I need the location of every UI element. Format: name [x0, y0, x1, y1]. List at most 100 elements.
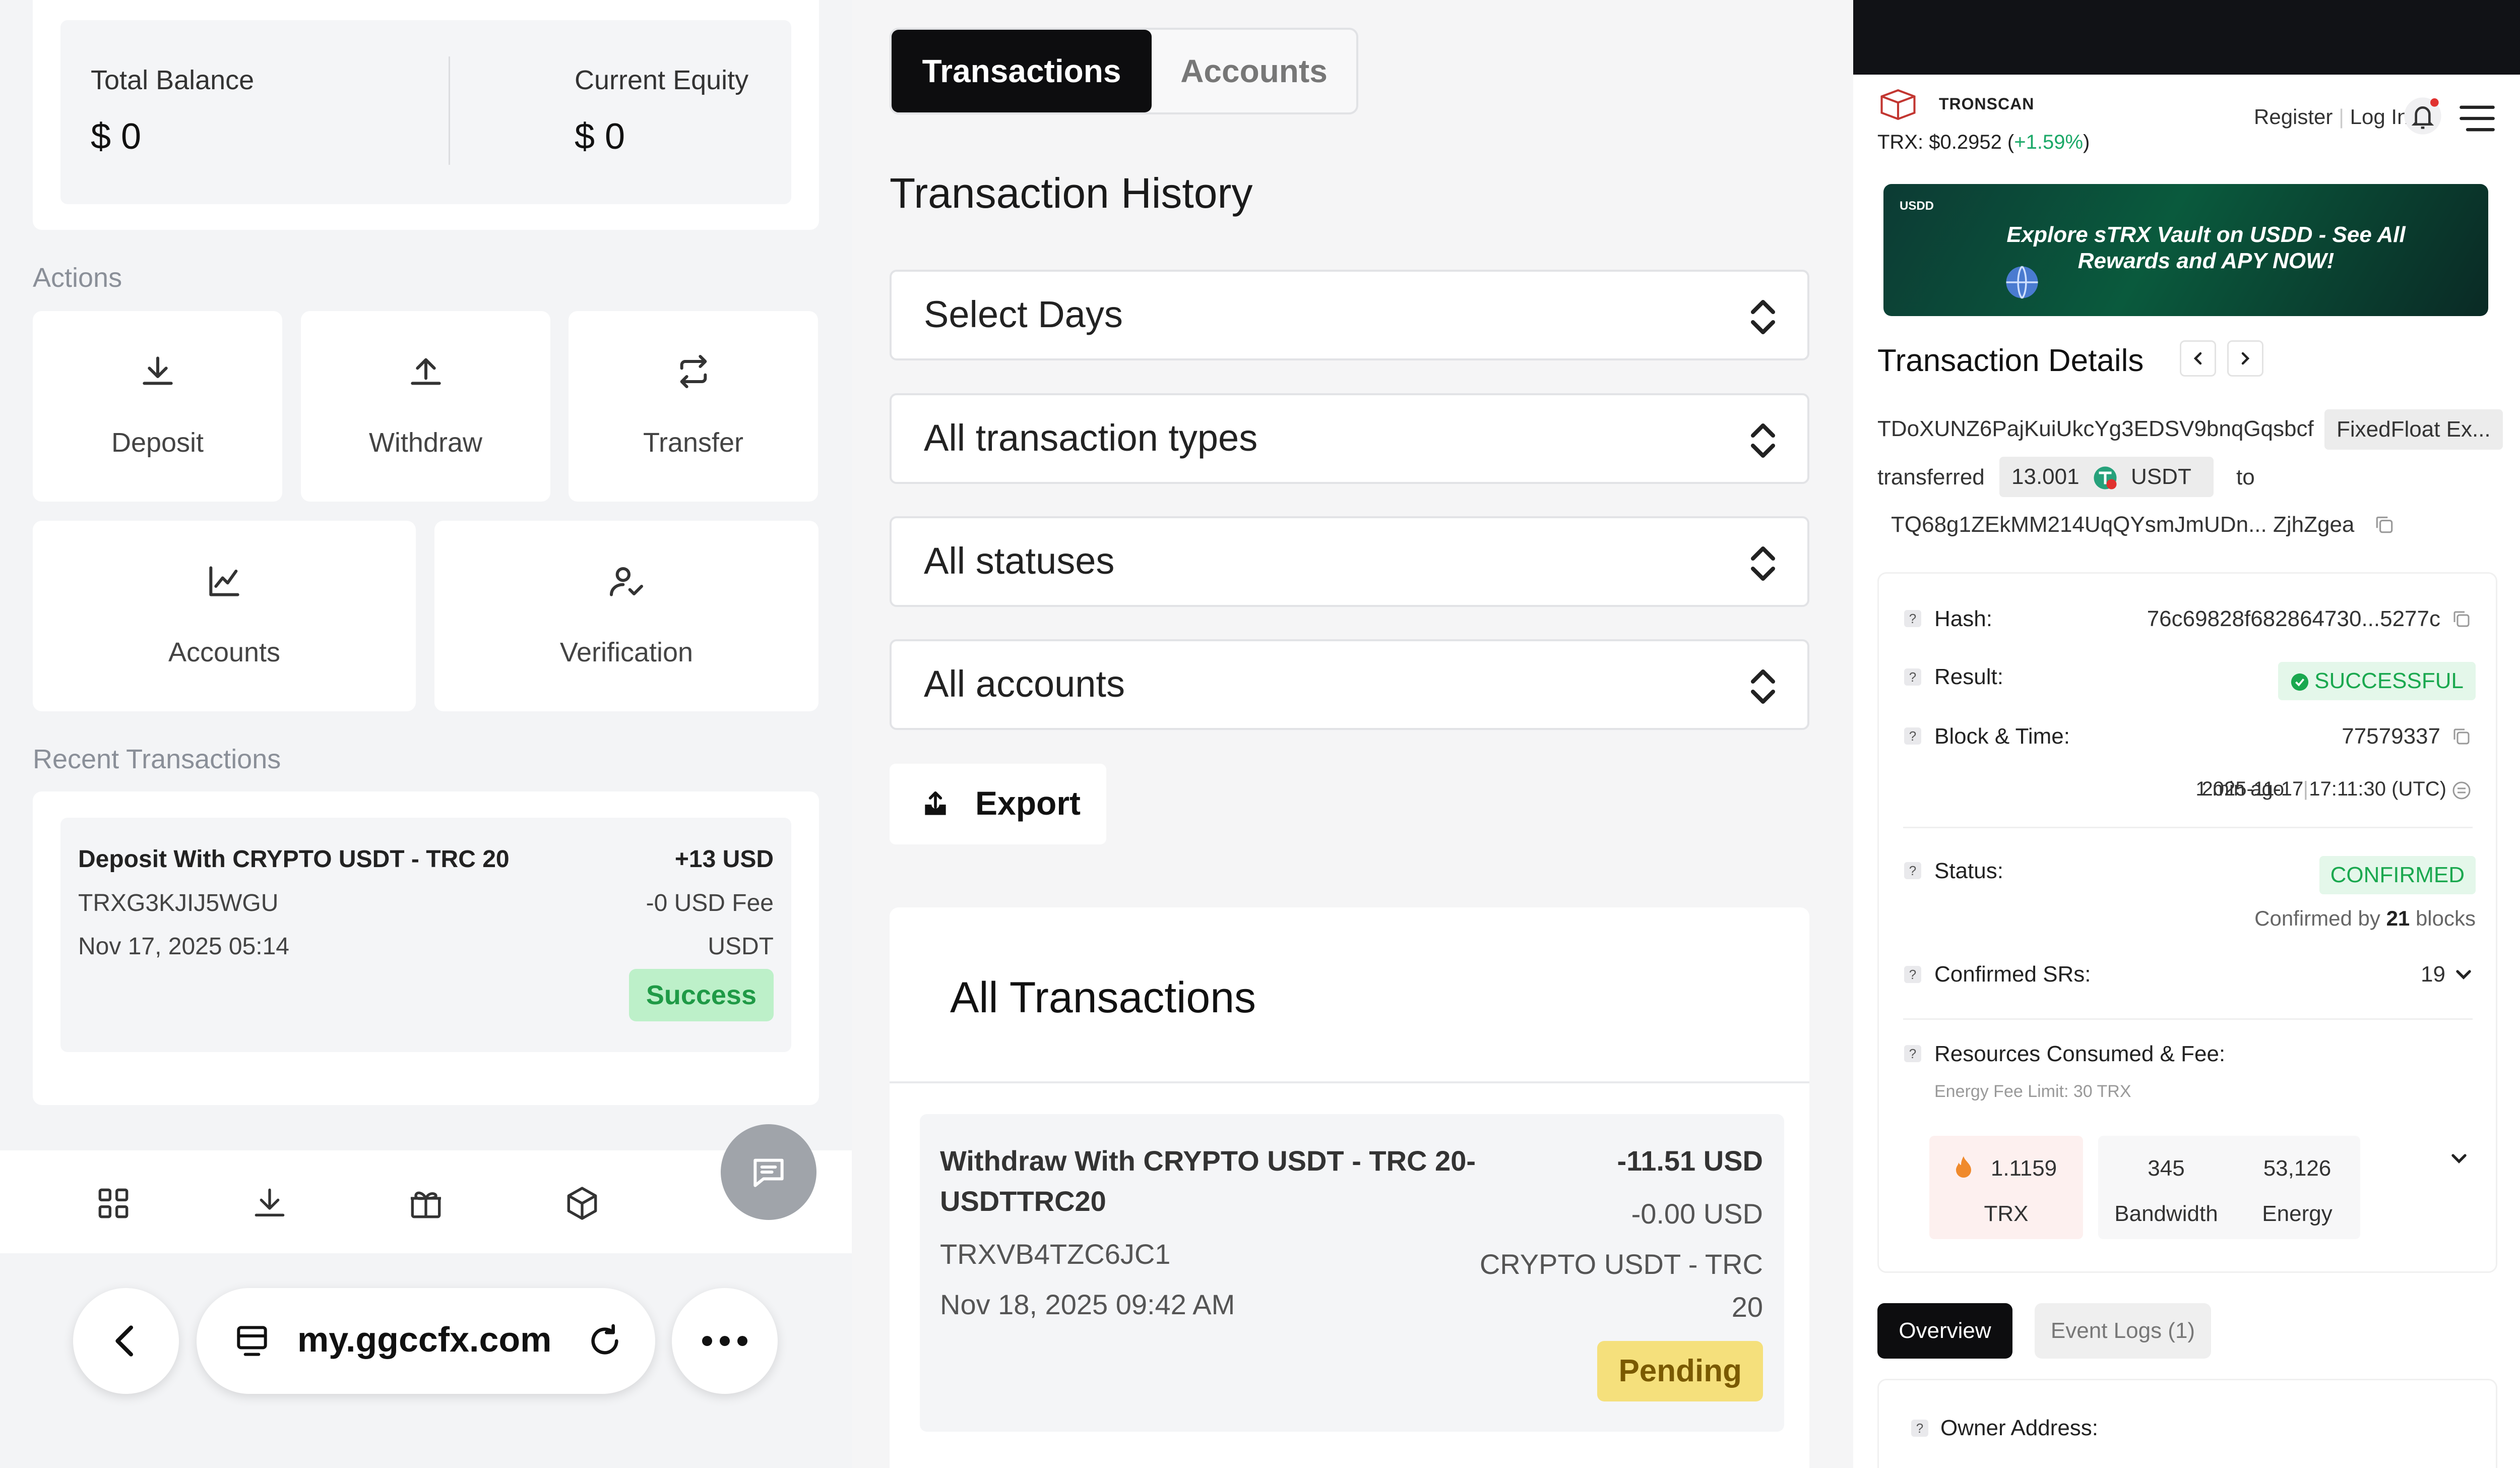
- amount-value: 13.001: [2011, 464, 2080, 489]
- recent-transactions-card: Deposit With CRYPTO USDT - TRC 20 +13 US…: [33, 791, 819, 1105]
- withdraw-button[interactable]: Withdraw: [301, 311, 550, 502]
- recent-tx-amount: +13 USD: [674, 846, 774, 873]
- transfer-label: Transfer: [643, 427, 744, 458]
- block-time-label: Block & Time:: [1934, 724, 2070, 749]
- gift-icon[interactable]: [406, 1183, 446, 1224]
- recent-tx-date: Nov 17, 2025 05:14: [78, 933, 289, 960]
- help-icon[interactable]: ?: [1911, 1420, 1928, 1437]
- tx-method-line2: 20: [1731, 1291, 1763, 1323]
- balance-summary: Total Balance $ 0 Current Equity $ 0: [60, 20, 791, 204]
- help-icon[interactable]: ?: [1904, 862, 1921, 879]
- verification-label: Verification: [559, 637, 694, 667]
- token-symbol: USDT: [2131, 464, 2191, 489]
- status-badge: Success: [628, 969, 774, 1021]
- type-select[interactable]: All transaction types: [890, 393, 1809, 484]
- chevron-left-icon: [2193, 352, 2202, 365]
- trx-fee-box: 1.1159 TRX: [1929, 1136, 2083, 1239]
- divider: [1903, 1018, 2473, 1020]
- recent-transaction-item[interactable]: Deposit With CRYPTO USDT - TRC 20 +13 US…: [60, 818, 791, 1052]
- help-icon[interactable]: ?: [1904, 1045, 1921, 1062]
- from-address-link[interactable]: TDoXUNZ6PajKuiUkcYg3EDSV9bnqGqsbcf: [1877, 416, 2314, 442]
- tronscan-panel: TRONSCAN TRX: $0.2952 (+1.59%) Register …: [1853, 0, 2520, 1468]
- energy-unit: Energy: [2262, 1201, 2333, 1226]
- copy-icon[interactable]: [2374, 514, 2395, 535]
- export-icon: [925, 791, 946, 815]
- login-link[interactable]: Log In: [2350, 105, 2409, 129]
- globe-icon: [2006, 266, 2038, 299]
- chevron-updown-icon: [1751, 300, 1775, 334]
- chevron-down-icon[interactable]: [2450, 1151, 2468, 1166]
- register-link[interactable]: Register: [2254, 105, 2333, 129]
- account-select[interactable]: All accounts: [890, 639, 1809, 730]
- help-icon[interactable]: ?: [1904, 966, 1921, 983]
- tx-title-line1: Withdraw With CRYPTO USDT - TRC 20-: [940, 1145, 1476, 1177]
- verification-button[interactable]: Verification: [434, 521, 818, 711]
- dashboard-icon[interactable]: [93, 1183, 134, 1224]
- copy-icon[interactable]: [2451, 726, 2472, 747]
- next-button[interactable]: [2227, 340, 2263, 377]
- to-label: to: [2236, 465, 2255, 490]
- confirmed-srs-value[interactable]: 19: [2421, 962, 2445, 987]
- status-badge: Pending: [1597, 1341, 1763, 1401]
- confirmed-by-suffix: blocks: [2410, 906, 2476, 930]
- deposit-label: Deposit: [111, 427, 204, 458]
- tx-title-line2: USDTTRC20: [940, 1185, 1106, 1217]
- tab-event-logs[interactable]: Event Logs (1): [2035, 1303, 2211, 1359]
- tab-accounts[interactable]: Accounts: [1152, 30, 1356, 112]
- recent-tx-currency: USDT: [708, 933, 774, 960]
- chat-button[interactable]: [721, 1124, 816, 1220]
- help-icon[interactable]: ?: [1904, 610, 1921, 627]
- bell-icon[interactable]: [2403, 96, 2443, 136]
- trx-fee-unit: TRX: [1984, 1201, 2029, 1226]
- tx-method-line1: CRYPTO USDT - TRC: [1479, 1248, 1763, 1280]
- tronscan-logo[interactable]: [1877, 88, 1919, 121]
- export-button[interactable]: Export: [890, 764, 1106, 844]
- transactions-panel: Transactions Accounts Transaction Histor…: [852, 0, 1853, 1468]
- help-icon[interactable]: ?: [1904, 668, 1921, 686]
- transaction-item[interactable]: Withdraw With CRYPTO USDT - TRC 20- USDT…: [920, 1114, 1784, 1432]
- deposit-button[interactable]: Deposit: [33, 311, 282, 502]
- address-bar[interactable]: my.ggccfx.com: [197, 1288, 655, 1394]
- prev-button[interactable]: [2180, 340, 2216, 377]
- status-select[interactable]: All statuses: [890, 516, 1809, 607]
- chevron-updown-icon: [1751, 669, 1775, 704]
- recent-transactions-heading: Recent Transactions: [33, 744, 281, 774]
- recent-tx-title: Deposit With CRYPTO USDT - TRC 20: [78, 846, 510, 873]
- page-title: Transaction History: [890, 169, 1253, 217]
- owner-card: ? Owner Address:: [1877, 1379, 2497, 1468]
- cube-icon[interactable]: [562, 1183, 602, 1224]
- browser-menu-button[interactable]: [672, 1288, 778, 1394]
- banner-text: Explore sTRX Vault on USDD - See All Rew…: [2006, 222, 2406, 273]
- all-transactions-title: All Transactions: [950, 973, 1256, 1022]
- url-text: my.ggccfx.com: [297, 1320, 552, 1359]
- block-timestamp: 2025-11-17 17:11:30 (UTC): [2201, 778, 2446, 800]
- confirmed-by-count: 21: [2386, 906, 2410, 930]
- menu-icon[interactable]: [2458, 103, 2496, 134]
- price-change: +1.59%: [2014, 131, 2084, 153]
- hash-value[interactable]: 76c69828f682864730...5277c: [2147, 606, 2440, 632]
- block-number-link[interactable]: 77579337: [2342, 724, 2440, 749]
- reload-icon[interactable]: [585, 1321, 625, 1361]
- copy-icon[interactable]: [2451, 609, 2472, 629]
- resources-box: 345 Bandwidth 53,126 Energy: [2098, 1136, 2360, 1239]
- tab-overview[interactable]: Overview: [1877, 1303, 2012, 1359]
- transfer-button[interactable]: Transfer: [569, 311, 818, 502]
- timezone-icon[interactable]: [2451, 780, 2472, 801]
- chevron-down-icon[interactable]: [2454, 967, 2473, 982]
- chevron-left-icon: [115, 1325, 133, 1357]
- to-address-link[interactable]: TQ68g1ZEkMM214UqQYsmJmUDn... ZjhZgea: [1891, 512, 2354, 537]
- confirmed-srs-label: Confirmed SRs:: [1934, 962, 2091, 987]
- recent-tx-fee: -0 USD Fee: [646, 890, 774, 916]
- help-icon[interactable]: ?: [1904, 727, 1921, 745]
- tab-transactions[interactable]: Transactions: [892, 30, 1152, 112]
- download-icon[interactable]: [249, 1183, 290, 1224]
- export-label: Export: [975, 784, 1081, 822]
- promo-banner[interactable]: USDD Explore sTRX Vault on USDD - See Al…: [1883, 184, 2488, 316]
- chevron-updown-icon: [1751, 423, 1775, 458]
- accounts-button[interactable]: Accounts: [33, 521, 416, 711]
- chevron-right-icon: [2241, 352, 2250, 365]
- browser-back-button[interactable]: [73, 1288, 179, 1394]
- chart-line-icon: [209, 566, 239, 596]
- divider: [890, 1081, 1809, 1083]
- days-select[interactable]: Select Days: [890, 270, 1809, 360]
